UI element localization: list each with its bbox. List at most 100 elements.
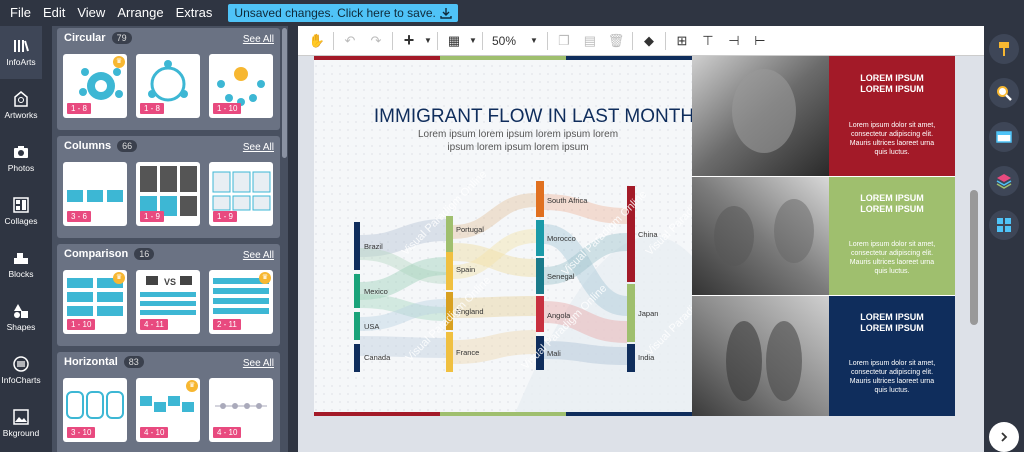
label-france[interactable]: France <box>456 348 479 357</box>
distribute-icon[interactable]: ⊢ <box>747 28 773 54</box>
nav-photos[interactable]: Photos <box>0 132 42 185</box>
nav-shapes[interactable]: Shapes <box>0 291 42 344</box>
label-canada[interactable]: Canada <box>364 353 391 362</box>
search-button[interactable] <box>989 78 1019 108</box>
node-usa[interactable] <box>354 312 360 340</box>
card-body[interactable]: Lorem ipsum dolor sit amet, <box>849 241 935 248</box>
template-thumb[interactable]: ♛ 1 - 10 <box>63 270 127 334</box>
menu-arrange[interactable]: Arrange <box>111 0 169 26</box>
node-canada[interactable] <box>354 344 360 372</box>
card-body[interactable]: consectetur adipiscing elit. <box>851 131 933 138</box>
align-top-icon[interactable]: ⊤ <box>695 28 721 54</box>
node-morocco[interactable] <box>536 220 544 256</box>
template-thumb[interactable]: ♛ 4 - 10 <box>136 378 200 442</box>
grid-icon[interactable]: ▦ <box>441 28 467 54</box>
design-page[interactable]: IMMIGRANT FLOW IN LAST MONTH Lorem ipsum… <box>314 56 955 416</box>
node-india[interactable] <box>627 344 635 372</box>
format-paint-icon[interactable]: ◆ <box>636 28 662 54</box>
label-usa[interactable]: USA <box>364 322 379 331</box>
nav-artworks[interactable]: Artworks <box>0 79 42 132</box>
paste-icon[interactable]: ▤ <box>577 28 603 54</box>
label-brazil[interactable]: Brazil <box>364 242 383 251</box>
page-button[interactable] <box>989 122 1019 152</box>
card-body[interactable]: Mauris ultrices laoreet urna <box>850 259 935 266</box>
node-angola[interactable] <box>536 296 544 332</box>
menu-extras[interactable]: Extras <box>170 0 219 26</box>
card-title[interactable]: LOREM IPSUM <box>860 84 924 94</box>
card-body[interactable]: quis luctus. <box>874 387 909 394</box>
card-title[interactable]: LOREM IPSUM <box>860 312 924 322</box>
label-portugal[interactable]: Portugal <box>456 225 484 234</box>
nav-infocharts[interactable]: InfoCharts <box>0 344 42 397</box>
hand-icon[interactable]: ✋ <box>304 28 330 54</box>
label-mexico[interactable]: Mexico <box>364 287 388 296</box>
label-spain[interactable]: Spain <box>456 265 475 274</box>
menu-edit[interactable]: Edit <box>37 0 71 26</box>
nav-infoarts[interactable]: InfoArts <box>0 26 42 79</box>
copy-icon[interactable]: ❐ <box>551 28 577 54</box>
expand-button[interactable] <box>989 422 1019 452</box>
card-body[interactable]: consectetur adipiscing elit. <box>851 250 933 257</box>
undo-icon[interactable]: ↶ <box>337 28 363 54</box>
template-thumb[interactable]: 3 - 10 <box>63 378 127 442</box>
template-thumb[interactable]: ♛ 1 - 8 <box>63 54 127 118</box>
node-south-africa[interactable] <box>536 181 544 217</box>
zoom-select[interactable]: 50% ▼ <box>486 34 544 48</box>
menu-view[interactable]: View <box>71 0 111 26</box>
menu-file[interactable]: File <box>0 0 37 26</box>
node-france[interactable] <box>446 332 453 372</box>
chevron-down-icon[interactable]: ▼ <box>467 28 479 54</box>
node-senegal[interactable] <box>536 258 544 294</box>
template-thumb[interactable]: 1 - 9 <box>209 162 273 226</box>
design-subtitle-line1[interactable]: Lorem ipsum lorem ipsum lorem ipsum lore… <box>418 129 618 140</box>
see-all-link[interactable]: See All <box>243 358 274 369</box>
see-all-link[interactable]: See All <box>243 250 274 261</box>
format-button[interactable] <box>989 34 1019 64</box>
template-thumb[interactable]: 4 - 10 <box>209 378 273 442</box>
label-japan[interactable]: Japan <box>638 309 658 318</box>
trash-icon[interactable]: 🗑 <box>603 28 629 54</box>
apps-button[interactable] <box>989 210 1019 240</box>
align-left-icon[interactable]: ⊣ <box>721 28 747 54</box>
card-body[interactable]: Mauris ultrices laoreet urna <box>850 378 935 385</box>
template-thumb[interactable]: 1 - 10 <box>209 54 273 118</box>
node-brazil[interactable] <box>354 222 360 270</box>
card-body[interactable]: consectetur adipiscing elit. <box>851 369 933 376</box>
nav-blocks[interactable]: Blocks <box>0 238 42 291</box>
node-portugal[interactable] <box>446 216 453 252</box>
see-all-link[interactable]: See All <box>243 142 274 153</box>
label-south-africa[interactable]: South Africa <box>547 196 588 205</box>
node-mexico[interactable] <box>354 274 360 308</box>
template-thumb[interactable]: VS 4 - 11 <box>136 270 200 334</box>
card-title[interactable]: LOREM IPSUM <box>860 204 924 214</box>
node-japan[interactable] <box>627 284 635 342</box>
template-thumb[interactable]: 3 - 6 <box>63 162 127 226</box>
panel-scrollbar[interactable] <box>282 28 287 158</box>
template-thumb[interactable]: 1 - 8 <box>136 54 200 118</box>
save-banner[interactable]: Unsaved changes. Click here to save. <box>228 4 458 22</box>
card-body[interactable]: Lorem ipsum dolor sit amet, <box>849 122 935 129</box>
nav-collages[interactable]: Collages <box>0 185 42 238</box>
design-title[interactable]: IMMIGRANT FLOW IN LAST MONTH <box>374 106 694 127</box>
card-title[interactable]: LOREM IPSUM <box>860 193 924 203</box>
template-thumb[interactable]: ♛ 2 - 11 <box>209 270 273 334</box>
redo-icon[interactable]: ↷ <box>363 28 389 54</box>
design-subtitle-line2[interactable]: ipsum lorem ipsum lorem ipsum <box>447 142 588 153</box>
card-body[interactable]: quis luctus. <box>874 149 909 156</box>
see-all-link[interactable]: See All <box>243 34 274 45</box>
card-body[interactable]: Lorem ipsum dolor sit amet, <box>849 360 935 367</box>
card-body[interactable]: Mauris ultrices laoreet urna <box>850 140 935 147</box>
chevron-down-icon[interactable]: ▼ <box>422 28 434 54</box>
align-center-icon[interactable]: ⊞ <box>669 28 695 54</box>
canvas-scrollbar[interactable] <box>970 190 978 325</box>
card-title[interactable]: LOREM IPSUM <box>860 73 924 83</box>
nav-background[interactable]: Bkground <box>0 397 42 450</box>
layers-button[interactable] <box>989 166 1019 196</box>
add-icon[interactable]: + <box>396 28 422 54</box>
card-title[interactable]: LOREM IPSUM <box>860 323 924 333</box>
card-body[interactable]: quis luctus. <box>874 268 909 275</box>
node-spain[interactable] <box>446 252 453 290</box>
template-thumb[interactable]: 1 - 9 <box>136 162 200 226</box>
label-morocco[interactable]: Morocco <box>547 234 576 243</box>
panel-divider[interactable] <box>290 26 298 452</box>
